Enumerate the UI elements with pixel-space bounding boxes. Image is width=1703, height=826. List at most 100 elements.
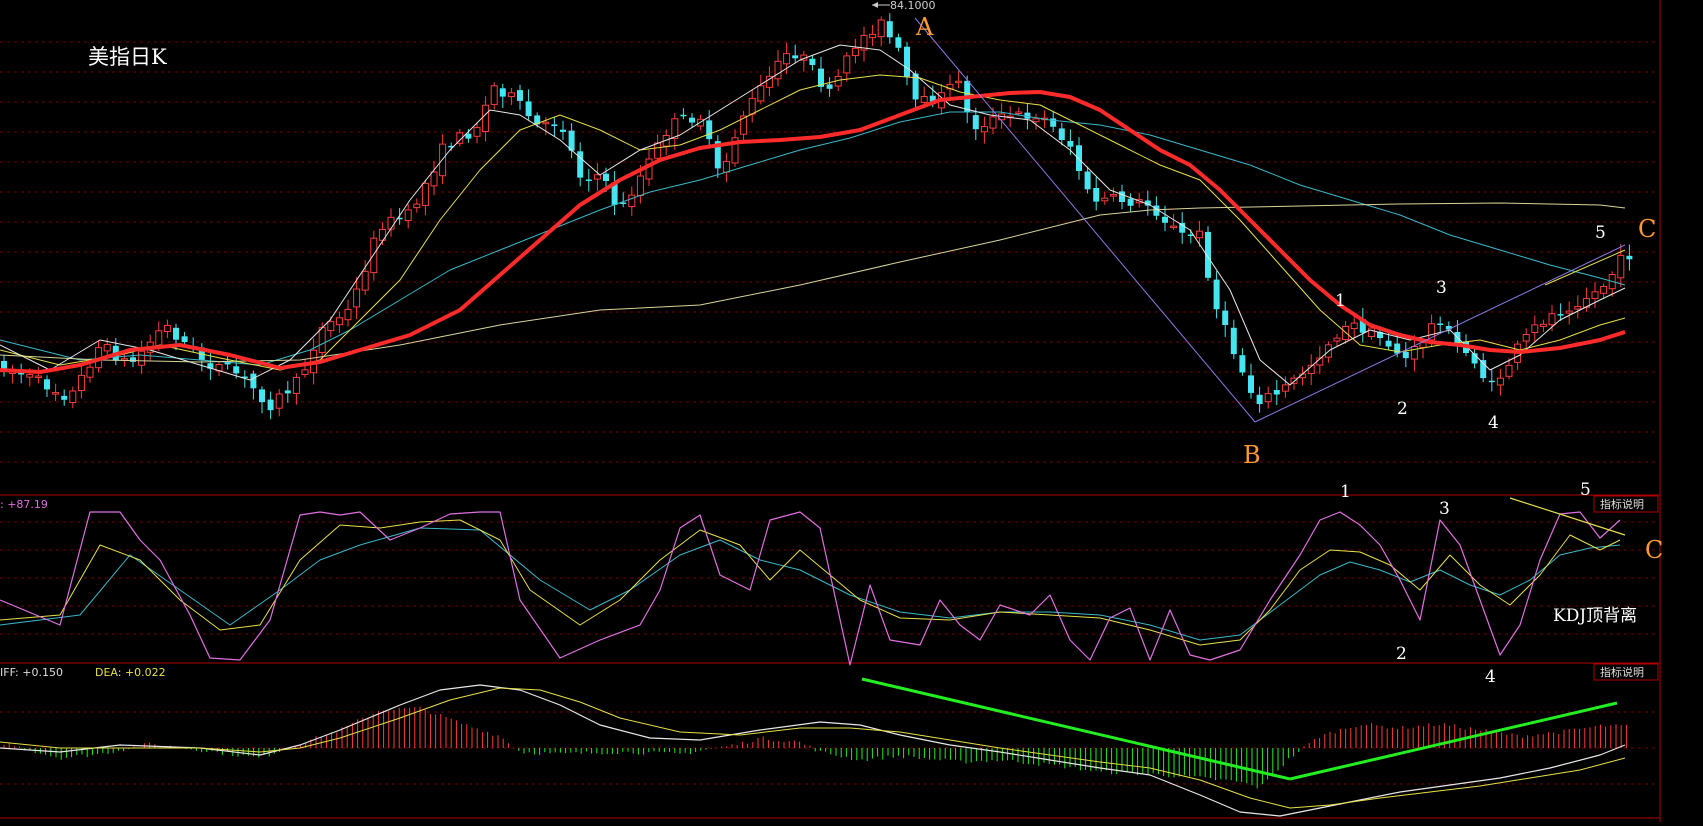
candle-body-up xyxy=(482,104,490,132)
candle-body-up xyxy=(980,126,988,133)
candle-body-down xyxy=(1058,128,1065,140)
candle-body-down xyxy=(1248,375,1254,393)
candle-body-up xyxy=(69,390,77,403)
candle-body-up xyxy=(1617,254,1625,279)
candle-body-down xyxy=(792,55,799,59)
chart-svg: 美指日K 84.1000 A B C 1 2 3 4 5 : +87.19 指标… xyxy=(0,0,1663,822)
candle-body-up xyxy=(413,203,421,209)
candle-body-up xyxy=(783,53,791,65)
candle-body-down xyxy=(972,115,979,130)
candle-body-up xyxy=(34,375,42,378)
candle-body-up xyxy=(1195,230,1203,239)
candle-body-up xyxy=(1333,337,1341,342)
wave-label-4: 4 xyxy=(1488,413,1499,433)
candle-body-down xyxy=(1093,188,1100,202)
candle-body-down xyxy=(826,84,833,89)
candle-body-down xyxy=(1230,327,1237,355)
candle-body-up xyxy=(335,317,343,326)
candle-body-up xyxy=(1101,197,1109,202)
candle-body-down xyxy=(465,133,472,139)
wave-label-5: 5 xyxy=(1595,223,1606,243)
candle-body-up xyxy=(1565,310,1573,314)
candle-body-up xyxy=(1350,322,1358,330)
candle-body-up xyxy=(318,327,326,354)
candle-body-up xyxy=(1419,342,1427,349)
candle-body-up xyxy=(1032,118,1040,123)
candle-body-up xyxy=(757,85,765,102)
candle-body-down xyxy=(551,124,558,126)
candle-body-up xyxy=(636,175,644,196)
chart-stage: 美指日K 84.1000 A B C 1 2 3 4 5 : +87.19 指标… xyxy=(0,0,1703,822)
macd-help-button[interactable]: 指标说明 xyxy=(1600,665,1644,679)
kdj-lines xyxy=(0,511,1621,666)
candle-body-down xyxy=(1076,145,1082,171)
candle-body-up xyxy=(361,270,369,291)
candle-body-up xyxy=(869,33,877,39)
kdj-label-1: 1 xyxy=(1340,482,1351,502)
candle-body-up xyxy=(955,80,963,84)
candle-body-up xyxy=(103,344,111,352)
candle-body-up xyxy=(52,392,60,395)
candle-body-up xyxy=(877,19,885,38)
kdj-help-button[interactable]: 指标说明 xyxy=(1600,497,1644,511)
candle-body-down xyxy=(267,399,274,411)
wave-label-3: 3 xyxy=(1436,278,1447,298)
candle-body-down xyxy=(1488,380,1495,383)
candle-body-down xyxy=(1067,141,1074,147)
candle-body-up xyxy=(654,142,662,159)
candle-body-down xyxy=(895,37,902,48)
candle-body-down xyxy=(173,327,179,340)
macd-trend-line-up xyxy=(1289,701,1618,781)
kdj-label-4: 4 xyxy=(1485,667,1496,687)
candle-body-up xyxy=(26,374,34,378)
candle-body-down xyxy=(181,336,188,342)
candle-body-up xyxy=(163,324,171,332)
candle-body-up xyxy=(77,374,85,391)
kdj-label-5: 5 xyxy=(1580,480,1591,500)
candle-body-down xyxy=(1084,171,1091,190)
candle-body-up xyxy=(1548,313,1556,326)
wave-line-a-b xyxy=(914,17,1256,423)
candle-body-down xyxy=(1437,323,1444,325)
candle-body-down xyxy=(1127,198,1134,206)
candle-body-up xyxy=(1591,291,1599,299)
candle-body-up xyxy=(1522,334,1530,342)
candle-body-down xyxy=(689,117,695,123)
candle-body-down xyxy=(603,173,609,181)
candle-body-up xyxy=(387,216,395,230)
candle-body-up xyxy=(301,369,309,375)
candle-body-up xyxy=(1505,364,1513,377)
candle-body-down xyxy=(61,395,68,400)
macd-lines xyxy=(0,684,1626,817)
kdj-readout: : +87.19 xyxy=(0,498,48,511)
candle-body-down xyxy=(250,373,257,389)
candle-body-up xyxy=(851,47,859,57)
candle-body-down xyxy=(680,114,687,117)
candle-body-down xyxy=(259,389,265,403)
kdj-j-line xyxy=(0,511,1621,666)
candle-body-down xyxy=(1239,355,1246,373)
candle-body-up xyxy=(1367,327,1375,338)
candle-body-up xyxy=(1264,393,1272,403)
peak-price-label: 84.1000 xyxy=(890,0,936,12)
kdj-label-3: 3 xyxy=(1439,499,1450,519)
candle-body-down xyxy=(1119,191,1125,202)
candle-body-down xyxy=(525,101,532,117)
candle-body-up xyxy=(1015,111,1023,114)
candle-body-up xyxy=(327,321,335,332)
candle-body-up xyxy=(1531,324,1539,333)
grid-lines xyxy=(0,41,1660,785)
kdj-d-line xyxy=(0,527,1621,641)
wave-label-2: 2 xyxy=(1397,399,1408,419)
candle-body-down xyxy=(1402,351,1409,359)
candle-body-down xyxy=(1557,314,1564,316)
candle-body-down xyxy=(886,21,893,38)
candle-body-up xyxy=(1290,377,1298,384)
candle-body-up xyxy=(292,376,300,394)
candle-body-down xyxy=(284,390,291,394)
macd-dea-readout: DEA: +0.022 xyxy=(95,666,166,679)
candle-body-up xyxy=(1281,384,1289,392)
candle-body-down xyxy=(1222,310,1229,325)
candle-body-up xyxy=(989,116,997,129)
candle-body-up xyxy=(490,85,498,105)
